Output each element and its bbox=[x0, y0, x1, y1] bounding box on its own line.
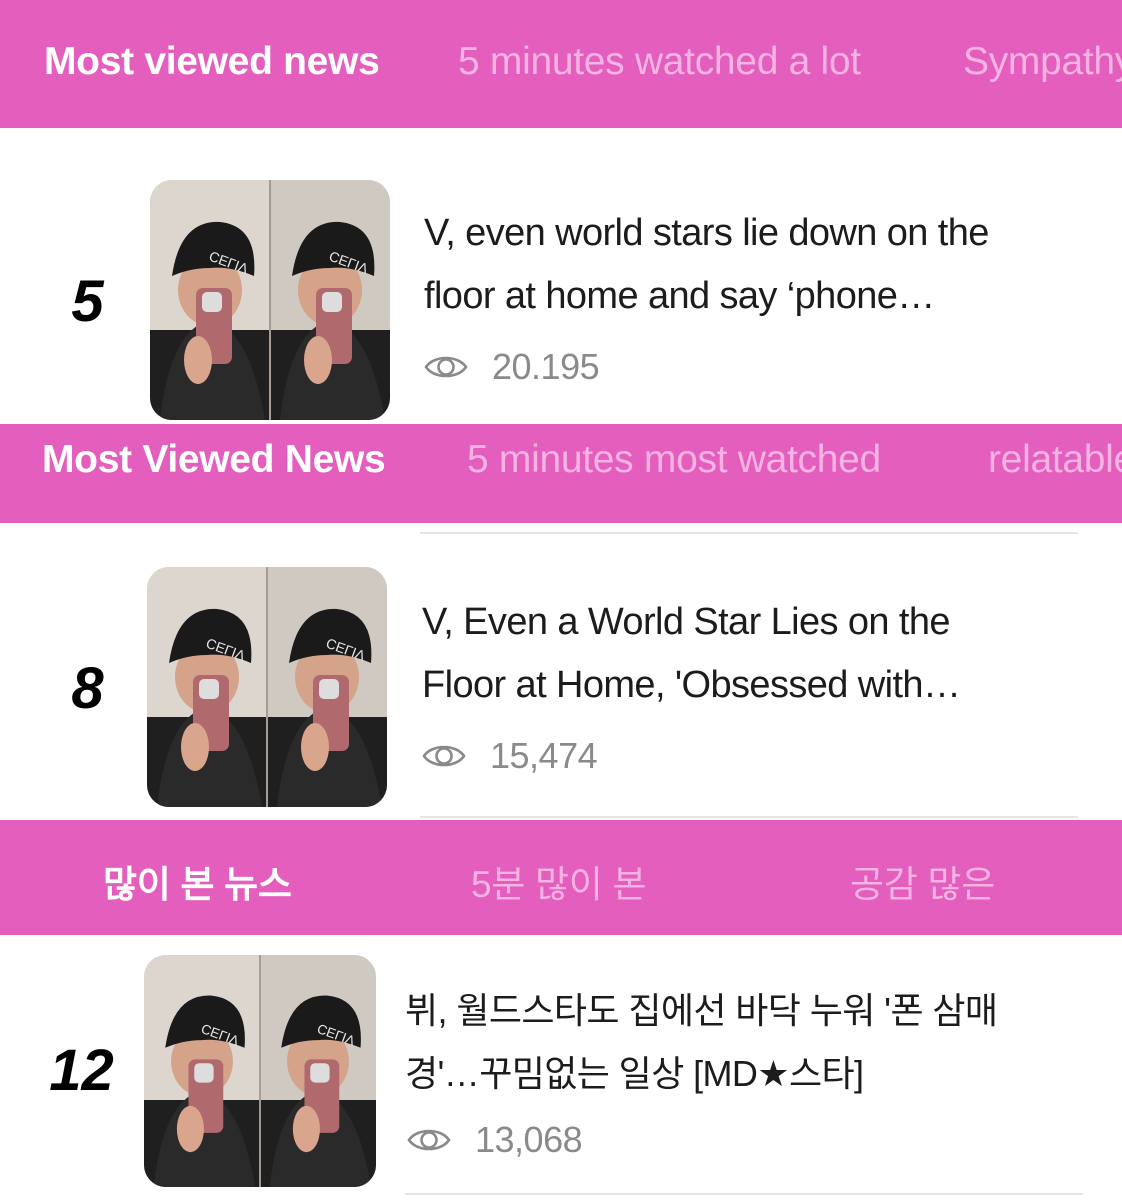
view-count-value: 20.195 bbox=[492, 346, 600, 387]
divider bbox=[405, 1193, 1083, 1195]
tab-most-viewed-news[interactable]: Most Viewed News bbox=[42, 438, 386, 482]
eye-icon-glyph bbox=[407, 1129, 451, 1151]
news-tab-bar: Most Viewed News 5 minutes most watched … bbox=[0, 424, 1122, 523]
headline-line: floor at home and say ‘phone… bbox=[424, 275, 935, 317]
tab-5-minutes[interactable]: 5 minutes watched a lot bbox=[458, 40, 861, 84]
news-thumbnail[interactable]: CEΓIΛ CEΓIΛ bbox=[144, 955, 376, 1187]
news-thumbnail[interactable]: CEΓIΛ CEΓIΛ bbox=[147, 567, 387, 807]
tab-most-viewed-news[interactable]: 많이 본 뉴스 bbox=[103, 854, 292, 908]
news-headline[interactable]: 뷔, 월드스타도 집에선 바닥 누워 '폰 삼매 경'…꾸밈없는 일상 [MD★… bbox=[405, 979, 1085, 1105]
news-headline[interactable]: V, Even a World Star Lies on the Floor a… bbox=[422, 591, 1082, 717]
news-list-item[interactable]: 5 CEΓIΛ CEΓIΛ V, even world stars lie dow… bbox=[0, 128, 1122, 424]
tab-relatable[interactable]: relatable bbox=[988, 438, 1122, 482]
eye-icon bbox=[424, 352, 480, 382]
news-list-item[interactable]: 8 CEΓIΛ CEΓIΛ V, Even a World Star Lies o… bbox=[0, 523, 1122, 818]
news-headline[interactable]: V, even world stars lie down on the floo… bbox=[424, 202, 1084, 328]
news-list-item[interactable]: 12 CEΓIΛ CEΓIΛ 뷔, 월드스타도 집에선 바닥 누워 '폰 삼매 경… bbox=[0, 935, 1122, 1200]
view-count: 13,068 bbox=[407, 1119, 583, 1161]
headline-line: 경'…꾸밈없는 일상 [MD★스타] bbox=[405, 1053, 864, 1094]
tab-relatable[interactable]: 공감 많은 bbox=[850, 854, 995, 908]
headline-line: V, Even a World Star Lies on the bbox=[422, 601, 951, 643]
news-tab-bar: Most viewed news 5 minutes watched a lot… bbox=[0, 0, 1122, 128]
tab-most-viewed-news[interactable]: Most viewed news bbox=[44, 40, 380, 84]
view-count-value: 13,068 bbox=[475, 1119, 583, 1160]
news-tab-bar: 많이 본 뉴스 5분 많이 본 공감 많은 bbox=[0, 820, 1122, 935]
headline-line: 뷔, 월드스타도 집에선 바닥 누워 '폰 삼매 bbox=[405, 990, 998, 1031]
news-thumbnail[interactable]: CEΓIΛ CEΓIΛ bbox=[150, 180, 390, 420]
rank-number: 5 bbox=[71, 269, 104, 334]
rank-number: 12 bbox=[49, 1038, 114, 1103]
view-count: 20.195 bbox=[424, 346, 600, 388]
eye-icon bbox=[422, 741, 478, 771]
headline-line: V, even world stars lie down on the bbox=[424, 212, 989, 254]
rank-number: 8 bbox=[71, 656, 104, 721]
eye-icon-glyph bbox=[424, 356, 468, 378]
eye-icon-glyph bbox=[422, 745, 466, 767]
divider bbox=[420, 816, 1078, 818]
view-count: 15,474 bbox=[422, 735, 598, 777]
eye-icon bbox=[407, 1125, 463, 1155]
tab-5-minutes[interactable]: 5 minutes most watched bbox=[467, 438, 881, 482]
tab-5-minutes[interactable]: 5분 많이 본 bbox=[471, 854, 647, 908]
headline-line: Floor at Home, 'Obsessed with… bbox=[422, 664, 961, 706]
view-count-value: 15,474 bbox=[490, 735, 598, 776]
tab-sympathy[interactable]: Sympathy bbox=[963, 40, 1122, 84]
